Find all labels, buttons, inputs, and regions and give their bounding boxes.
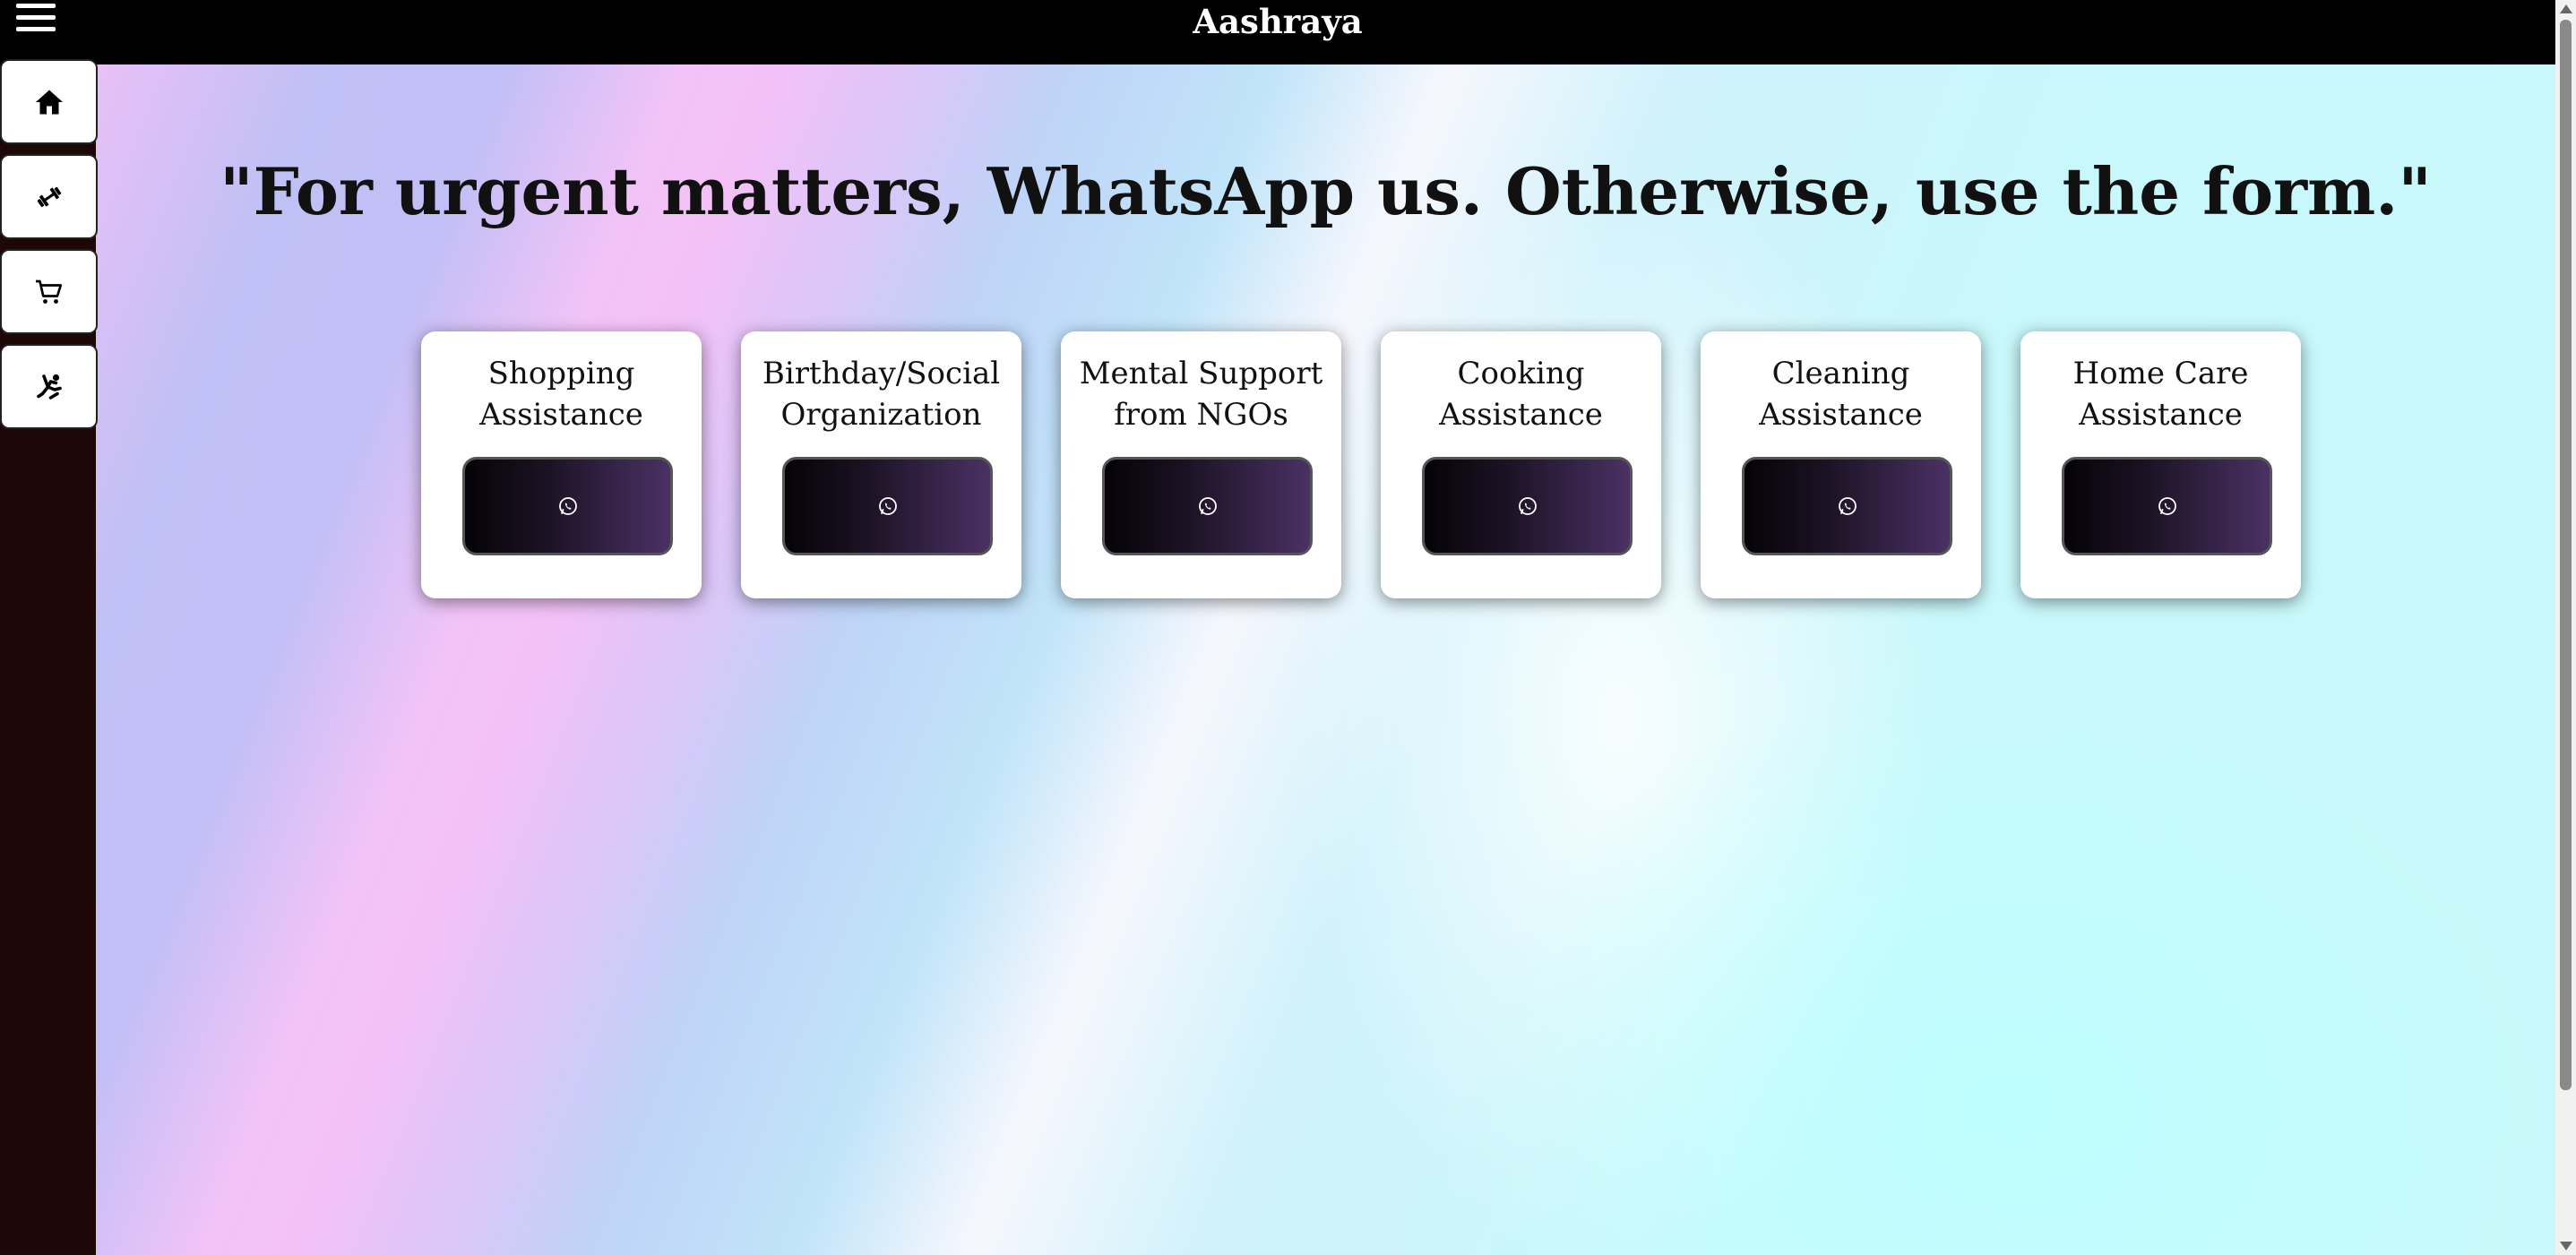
service-card-mental-support: Mental Support from NGOs <box>1061 331 1341 598</box>
sidebar-item-home[interactable] <box>0 59 98 144</box>
sidebar-item-activity[interactable] <box>0 344 98 429</box>
app-title: Aashraya <box>1193 2 1363 41</box>
whatsapp-icon <box>1518 497 1537 515</box>
scrollbar-thumb[interactable] <box>2560 20 2572 1090</box>
whatsapp-button[interactable] <box>1102 457 1313 555</box>
card-title: Birthday/Social Organization <box>762 356 1001 433</box>
whatsapp-icon <box>1838 497 1857 515</box>
service-card-shopping: Shopping Assistance <box>421 331 702 598</box>
card-title: Cooking Assistance <box>1439 356 1603 433</box>
whatsapp-icon <box>2158 497 2176 515</box>
page-headline: "For urgent matters, WhatsApp us. Otherw… <box>220 153 2432 229</box>
dumbbell-icon <box>37 186 61 207</box>
whatsapp-icon <box>878 497 897 515</box>
card-title: Home Care Assistance <box>2072 356 2249 433</box>
whatsapp-icon <box>1198 497 1217 515</box>
sidebar-item-shop[interactable] <box>0 249 98 334</box>
vertical-scrollbar[interactable] <box>2555 0 2576 1255</box>
main-content: "For urgent matters, WhatsApp us. Otherw… <box>96 64 2555 1255</box>
whatsapp-button[interactable] <box>782 457 993 555</box>
whatsapp-icon <box>558 497 577 515</box>
sidebar-item-fitness[interactable] <box>0 154 98 239</box>
card-title: Shopping Assistance <box>479 356 643 433</box>
top-bar: Aashraya <box>0 0 2555 64</box>
home-icon <box>35 90 63 114</box>
service-card-home-care: Home Care Assistance <box>2020 331 2301 598</box>
whatsapp-button[interactable] <box>2062 457 2272 555</box>
whatsapp-button[interactable] <box>1742 457 1952 555</box>
sidebar <box>0 64 96 1255</box>
service-cards: Shopping Assistance Birthday/Social Orga… <box>421 331 2301 598</box>
service-card-cooking: Cooking Assistance <box>1381 331 1661 598</box>
card-title: Mental Support from NGOs <box>1079 356 1323 433</box>
service-card-cleaning: Cleaning Assistance <box>1701 331 1981 598</box>
scroll-down-arrow-icon[interactable] <box>2560 1242 2572 1251</box>
whatsapp-button[interactable] <box>462 457 673 555</box>
cart-icon <box>35 279 62 304</box>
scroll-up-arrow-icon[interactable] <box>2560 4 2572 13</box>
service-card-birthday: Birthday/Social Organization <box>741 331 1021 598</box>
whatsapp-button[interactable] <box>1422 457 1633 555</box>
card-title: Cleaning Assistance <box>1759 356 1923 433</box>
person-activity-icon <box>36 374 62 400</box>
